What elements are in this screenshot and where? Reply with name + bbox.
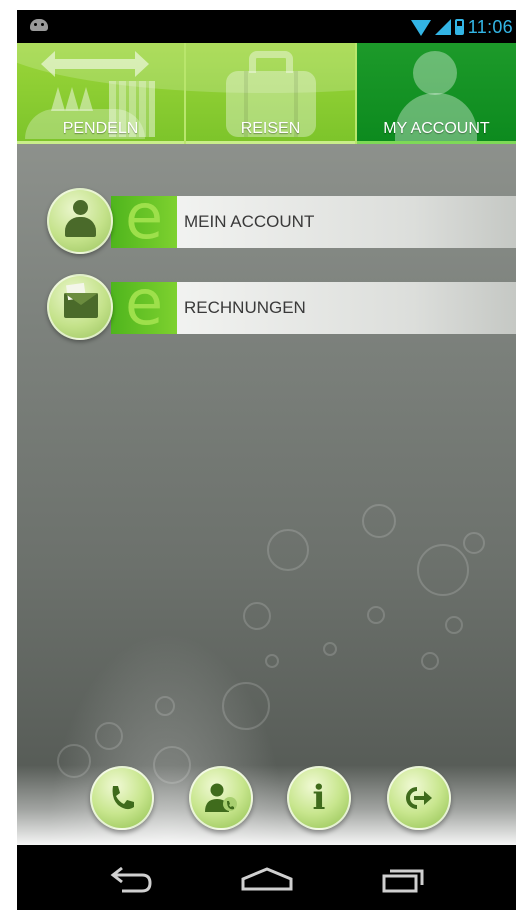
menu-item-rechnungen[interactable]: e RECHNUNGEN: [47, 272, 516, 340]
wifi-icon: [410, 20, 431, 36]
bubble-decoration: [95, 722, 123, 750]
person-body: [65, 217, 96, 237]
home-icon: [241, 867, 293, 891]
bubble-decoration: [222, 682, 270, 730]
back-icon: [110, 866, 152, 893]
double-arrow-icon: [41, 51, 149, 77]
bubble-decoration: [153, 746, 191, 784]
tab-my-account[interactable]: MY ACCOUNT: [357, 43, 516, 144]
menu-item-label: RECHNUNGEN: [184, 298, 306, 317]
tree-icon: [65, 87, 79, 111]
main-content: e MEIN ACCOUNT e RECHNUNGEN: [17, 144, 516, 845]
bubble-decoration: [57, 744, 91, 778]
top-tab-bar: PENDELN REISEN MY ACCOUNT: [17, 43, 516, 144]
bubble-decoration: [417, 544, 469, 596]
battery-icon: [454, 19, 464, 35]
recent-apps-icon: [382, 869, 424, 893]
clock: 11:06: [467, 16, 513, 37]
bubble-decoration: [362, 504, 396, 538]
logout-button[interactable]: [387, 766, 451, 830]
person-icon: [47, 188, 113, 254]
tree-icon: [79, 87, 93, 111]
bubble-decoration: [445, 616, 463, 634]
tab-reisen[interactable]: REISEN: [186, 43, 357, 144]
bubble-decoration: [265, 654, 279, 668]
suitcase-handle-icon: [249, 51, 293, 73]
tab-label: PENDELN: [62, 120, 139, 137]
e-badge-icon: e: [125, 266, 164, 339]
person-head: [73, 200, 88, 215]
trees-icon: [51, 87, 101, 117]
bubble-decoration: [267, 529, 309, 571]
envelope-shape: [64, 293, 98, 318]
phone-icon: [92, 768, 152, 828]
bubble-decoration: [323, 642, 337, 656]
logout-icon: [389, 768, 449, 828]
contact-icon: [191, 768, 251, 828]
bubble-decoration: [421, 652, 439, 670]
android-icon: [30, 19, 48, 31]
info-icon: i: [312, 778, 326, 818]
recent-apps-button[interactable]: [362, 845, 442, 910]
info-button[interactable]: i: [287, 766, 351, 830]
bubble-decoration: [155, 696, 175, 716]
navigation-bar: [17, 845, 516, 910]
call-button[interactable]: [90, 766, 154, 830]
e-badge-icon: e: [125, 180, 164, 253]
status-icons: 11:06: [410, 14, 513, 40]
tab-label: REISEN: [240, 120, 301, 137]
back-button[interactable]: [92, 845, 172, 910]
menu-item-label: MEIN ACCOUNT: [184, 212, 315, 231]
status-bar: 11:06: [17, 10, 516, 43]
bubble-decoration: [243, 602, 271, 630]
home-button[interactable]: [227, 845, 307, 910]
tree-icon: [51, 87, 65, 111]
signal-icon: [434, 19, 451, 35]
contact-button[interactable]: [189, 766, 253, 830]
phone-screen: 11:06 PENDELN REISEN MY ACCOUNT e MEIN A…: [17, 10, 516, 910]
bubble-decoration: [463, 532, 485, 554]
tab-pendeln[interactable]: PENDELN: [17, 43, 186, 144]
tab-label: MY ACCOUNT: [383, 120, 490, 137]
envelope-icon: [47, 274, 113, 340]
bubble-decoration: [367, 606, 385, 624]
menu-item-mein-account[interactable]: e MEIN ACCOUNT: [47, 186, 516, 254]
account-icon: [413, 51, 457, 95]
